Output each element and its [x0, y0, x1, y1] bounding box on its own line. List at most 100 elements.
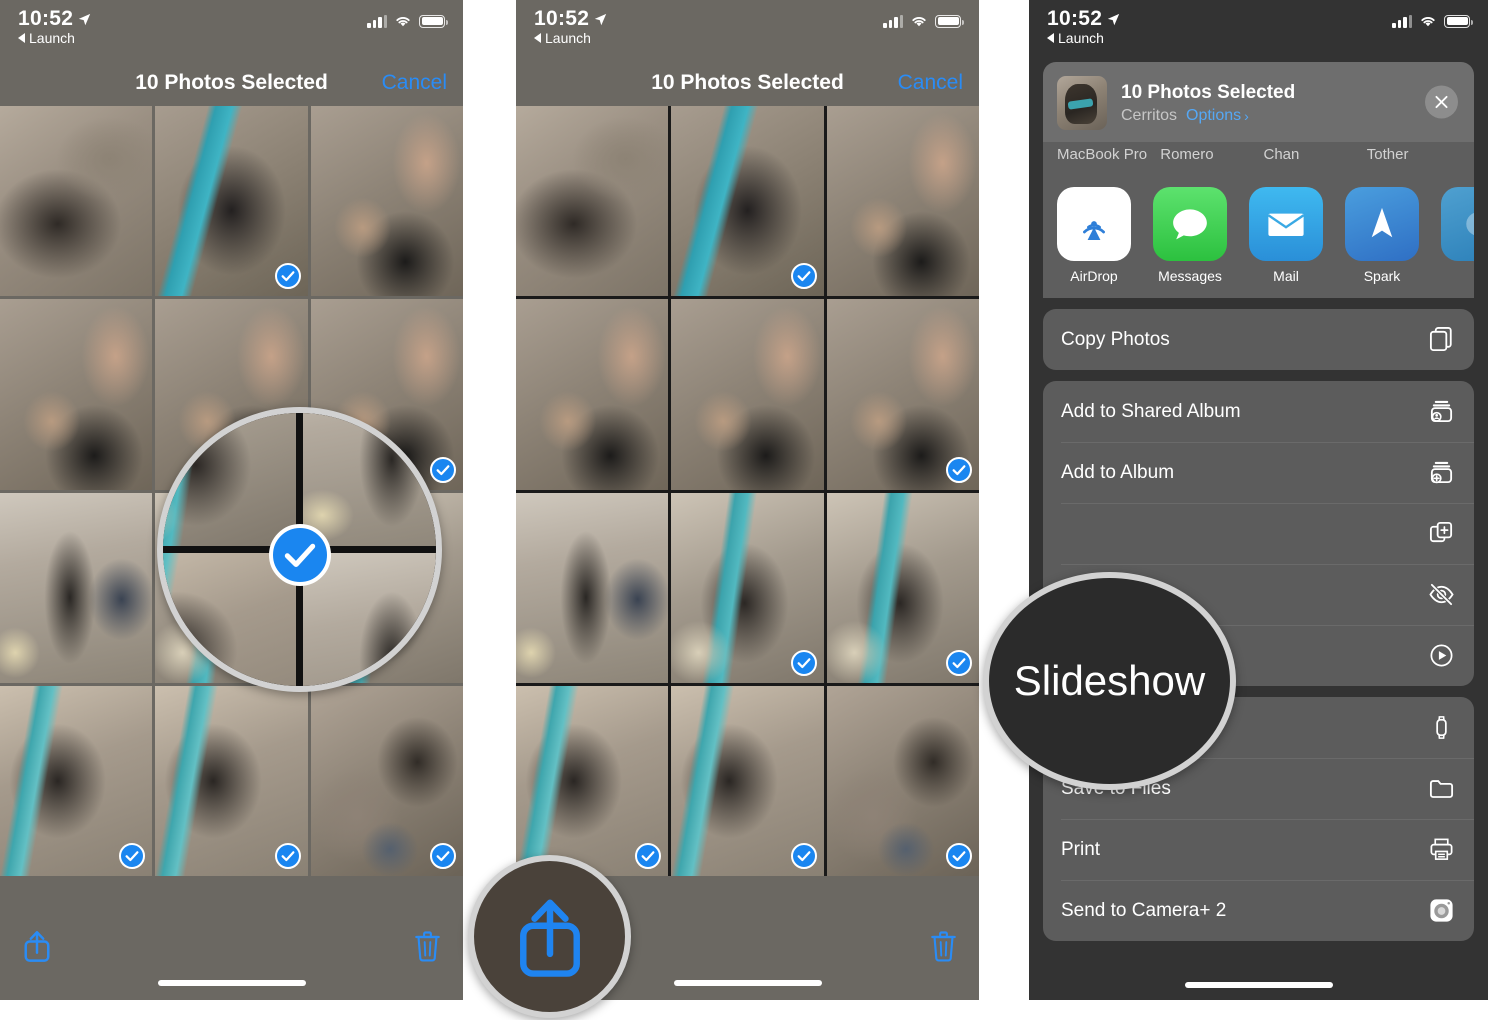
cancel-button[interactable]: Cancel [898, 71, 963, 95]
magnifier-selected-photo [157, 407, 442, 692]
duplicate-icon [1426, 519, 1456, 549]
back-to-launch[interactable]: Launch [1047, 31, 1120, 46]
photo-cell[interactable] [516, 685, 669, 876]
photo-cell[interactable] [516, 492, 669, 683]
share-action-row[interactable] [1043, 503, 1474, 564]
airdrop-contact[interactable]: MacBook Pro [1057, 146, 1150, 163]
share-sheet-title: 10 Photos Selected [1121, 81, 1296, 103]
back-label: Launch [545, 30, 591, 47]
share-app-airdrop[interactable]: AirDrop [1057, 187, 1131, 284]
photo-cell[interactable] [671, 299, 824, 490]
photo-cell[interactable] [0, 106, 153, 297]
battery-icon [1444, 14, 1473, 28]
airdrop-icon [1057, 187, 1131, 261]
cancel-button[interactable]: Cancel [382, 71, 447, 95]
magnifier-share-button[interactable] [468, 855, 631, 1018]
cellular-bars-icon [367, 14, 387, 28]
home-indicator [1184, 982, 1333, 988]
share-action-label: Send to Camera+ 2 [1061, 899, 1227, 921]
partial-app-icon [1441, 187, 1474, 261]
photo-cell[interactable] [516, 299, 669, 490]
photo-cell[interactable] [671, 106, 824, 297]
trash-icon[interactable] [930, 930, 957, 962]
phone-panel-share-sheet: 10:52 Launch 10 Photos Selected Cerritos… [1029, 0, 1488, 1000]
page-title: 10 Photos Selected [135, 71, 328, 94]
airdrop-contacts-row[interactable]: MacBook Pro Romero Chan Tother [1043, 142, 1474, 171]
checkmark-badge [945, 456, 972, 483]
photo-grid[interactable] [516, 106, 979, 876]
share-action-row[interactable]: Add to Album [1043, 442, 1474, 503]
airdrop-contact[interactable]: Chan [1264, 146, 1357, 163]
home-indicator [673, 980, 822, 986]
share-action-row[interactable]: Add to Shared Album [1043, 381, 1474, 442]
triangle-left-icon [1047, 33, 1054, 44]
options-button[interactable]: Options › [1186, 107, 1249, 125]
checkmark-badge [274, 843, 301, 869]
location-arrow-icon [1108, 13, 1120, 25]
chevron-right-icon: › [1244, 107, 1249, 124]
status-time: 10:52 [18, 7, 74, 30]
back-to-launch[interactable]: Launch [18, 31, 91, 46]
share-icon[interactable] [513, 892, 587, 982]
photo-cell[interactable] [671, 685, 824, 876]
photo-cell[interactable] [0, 492, 153, 683]
options-label: Options [1186, 106, 1242, 124]
close-button[interactable] [1425, 85, 1458, 119]
photo-cell[interactable] [826, 299, 979, 490]
cellular-bars-icon [883, 14, 903, 28]
photo-cell[interactable] [826, 492, 979, 683]
checkmark-badge-zoomed [268, 523, 331, 586]
photo-cell[interactable] [155, 106, 308, 297]
photo-cell[interactable] [516, 106, 669, 297]
copy-icon [1426, 325, 1456, 355]
airdrop-contact[interactable]: Tother [1367, 146, 1460, 163]
hide-icon [1426, 580, 1456, 610]
status-time-group: 10:52 [1047, 7, 1120, 30]
checkmark-badge [429, 843, 456, 869]
share-app-label: Mail [1273, 268, 1299, 284]
home-indicator [157, 980, 306, 986]
nav-bar: 10 Photos Selected Cancel [516, 60, 979, 106]
photo-cell[interactable] [671, 492, 824, 683]
share-action-row[interactable]: Print [1043, 819, 1474, 880]
share-action-row[interactable]: Copy Photos [1043, 309, 1474, 370]
wifi-icon [1421, 17, 1435, 27]
messages-icon [1153, 187, 1227, 261]
battery-icon [419, 14, 448, 28]
status-time-group: 10:52 [18, 7, 91, 30]
mail-icon [1249, 187, 1323, 261]
photo-cell[interactable] [310, 685, 463, 876]
share-app-label: AirDrop [1070, 268, 1118, 284]
slideshow-icon [1426, 641, 1456, 671]
airdrop-contact[interactable]: Romero [1160, 146, 1253, 163]
photo-cell[interactable] [0, 685, 153, 876]
trash-icon[interactable] [414, 930, 441, 962]
photo-cell[interactable] [310, 106, 463, 297]
back-to-launch[interactable]: Launch [534, 31, 607, 46]
share-apps-row[interactable]: AirDrop Messages Mail Spark D [1043, 171, 1474, 298]
triangle-left-icon [534, 33, 541, 44]
share-app-d[interactable]: D [1441, 187, 1474, 284]
checkmark-badge [945, 649, 972, 676]
share-app-mail[interactable]: Mail [1249, 187, 1323, 284]
add-album-icon [1426, 458, 1456, 488]
share-sheet-header: 10 Photos Selected Cerritos Options › [1043, 62, 1474, 142]
checkmark-badge [790, 649, 817, 676]
camera-plus-icon [1426, 896, 1456, 926]
photo-cell[interactable] [826, 106, 979, 297]
status-time: 10:52 [1047, 7, 1103, 30]
photo-cell[interactable] [0, 299, 153, 490]
status-time-group: 10:52 [534, 7, 607, 30]
share-icon[interactable] [22, 928, 52, 964]
magnifier-slideshow-row[interactable]: Slideshow [983, 572, 1236, 790]
page-title: 10 Photos Selected [651, 71, 844, 94]
share-action-label: Add to Shared Album [1061, 400, 1241, 422]
share-app-messages[interactable]: Messages [1153, 187, 1227, 284]
folder-icon [1426, 774, 1456, 804]
status-time: 10:52 [534, 7, 590, 30]
photo-cell-zoomed [303, 413, 436, 546]
share-app-spark[interactable]: Spark [1345, 187, 1419, 284]
share-action-row[interactable]: Send to Camera+ 2 [1043, 880, 1474, 941]
photo-cell[interactable] [155, 685, 308, 876]
photo-cell[interactable] [826, 685, 979, 876]
